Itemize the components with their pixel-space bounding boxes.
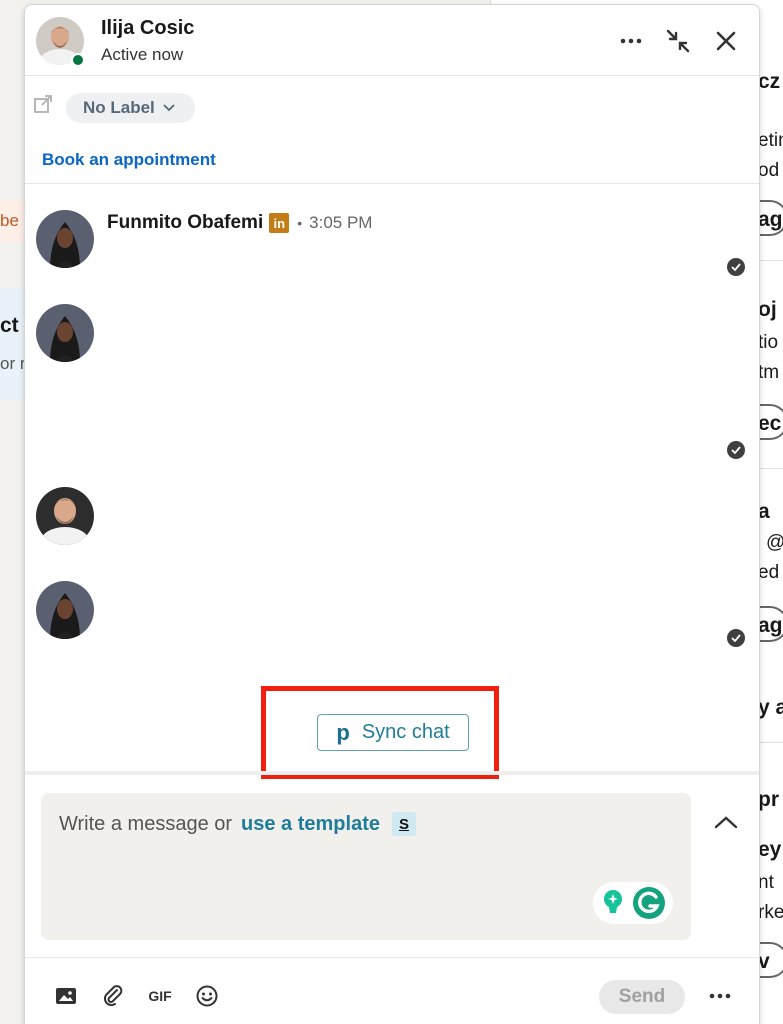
message-thread: Funmito Obafemi in • 3:05 PM p Sync chat: [25, 185, 759, 779]
grammarly-widget[interactable]: [593, 882, 673, 924]
read-receipt: [727, 629, 745, 647]
read-receipt: [727, 441, 745, 459]
composer-area: Write a message or use a template S: [25, 771, 759, 957]
use-template-link[interactable]: use a template: [241, 813, 380, 836]
message-header: Funmito Obafemi in • 3:05 PM: [107, 212, 372, 234]
placeholder-text: Write a message or: [59, 812, 233, 835]
minimize-button[interactable]: [662, 25, 694, 57]
chevron-down-icon: [163, 104, 175, 112]
grammarly-icon: [633, 887, 665, 919]
label-dropdown[interactable]: No Label: [66, 93, 195, 123]
avatar-female-image: [36, 581, 94, 639]
composer-toolbar: GIF Send: [25, 957, 759, 1024]
avatar-male-image: [36, 487, 94, 545]
bg-right-fragment: ed: [758, 562, 780, 583]
separator: •: [297, 215, 303, 231]
paperclip-icon: [103, 985, 123, 1007]
attach-image-button[interactable]: [52, 982, 80, 1010]
more-options-button[interactable]: [615, 25, 647, 57]
send-button[interactable]: Send: [599, 980, 685, 1014]
contact-name[interactable]: Ilija Cosic: [101, 17, 194, 40]
avatar[interactable]: [36, 210, 94, 268]
screen: be ct c or r cz etin od ag oj tio tm ec …: [0, 0, 783, 1024]
bg-right-fragment: y a: [758, 696, 783, 719]
chat-window: Ilija Cosic Active now No Label Book an …: [24, 4, 760, 1024]
bg-right-fragment: nt: [758, 872, 774, 893]
chat-header: Ilija Cosic Active now: [25, 5, 759, 76]
bg-right-fragment: ag: [758, 208, 783, 231]
avatar[interactable]: [36, 487, 94, 545]
avatar[interactable]: [36, 581, 94, 639]
avatar[interactable]: [36, 304, 94, 362]
bg-left-fragment: or r: [0, 354, 24, 373]
more-icon: [620, 38, 642, 44]
more-icon: [709, 993, 731, 999]
check-circle-icon: [731, 446, 741, 454]
emoji-icon: [196, 985, 218, 1007]
avatar-female-image: [36, 304, 94, 362]
bg-right-fragment: tio: [758, 332, 779, 353]
message-input[interactable]: Write a message or use a template S: [41, 793, 691, 940]
bg-right-fragment: od: [758, 160, 780, 181]
close-icon: [716, 31, 736, 51]
avatar-female-image: [36, 210, 94, 268]
background-left-column: be ct c or r: [0, 0, 24, 1024]
read-receipt: [727, 258, 745, 276]
composer-more-button[interactable]: [705, 982, 735, 1010]
bg-right-fragment: rke: [758, 902, 783, 923]
bg-left-fragment: ct c: [0, 314, 24, 337]
bg-right-fragment: oj: [758, 298, 777, 321]
linkedin-badge-icon: in: [269, 213, 290, 233]
gif-button[interactable]: GIF: [146, 982, 174, 1010]
emoji-button[interactable]: [193, 982, 221, 1010]
attach-file-button[interactable]: [99, 982, 127, 1010]
bg-left-fragment: be: [0, 211, 19, 230]
external-link-icon[interactable]: [33, 94, 53, 114]
presence-status: Active now: [101, 45, 184, 64]
close-button[interactable]: [710, 25, 742, 57]
bg-right-fragment: cz: [758, 70, 781, 93]
check-circle-icon: [731, 263, 741, 271]
label-bar: No Label Book an appointment: [25, 76, 759, 184]
minimize-icon: [666, 29, 690, 53]
message-time: 3:05 PM: [309, 213, 373, 232]
chevron-up-icon: [714, 816, 738, 829]
bg-right-fragment: tm: [758, 362, 780, 383]
bg-right-fragment: @: [766, 532, 783, 554]
book-appointment-link[interactable]: Book an appointment: [42, 150, 216, 170]
image-icon: [56, 988, 76, 1004]
bg-right-fragment: etin: [758, 130, 783, 151]
bg-right-fragment: pr: [758, 788, 779, 811]
bg-right-fragment: ec: [758, 412, 782, 435]
expand-composer-button[interactable]: [713, 813, 741, 837]
presence-indicator: [71, 53, 85, 67]
message-placeholder: Write a message or use a template S: [59, 812, 416, 836]
lightbulb-icon: [604, 890, 622, 913]
bg-right-fragment: ey: [758, 838, 782, 861]
background-right-column: cz etin od ag oj tio tm ec a @ ed ag y a…: [758, 0, 783, 1024]
label-text: No Label: [83, 98, 155, 117]
bg-right-fragment: ag: [758, 614, 783, 637]
highlight-box: [261, 686, 499, 779]
check-circle-icon: [731, 634, 741, 642]
sender-name[interactable]: Funmito Obafemi: [107, 212, 263, 234]
shortcut-badge[interactable]: S: [391, 812, 416, 836]
